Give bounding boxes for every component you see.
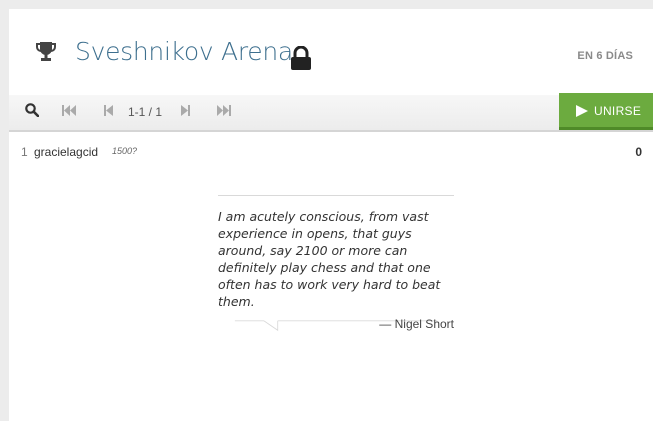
- search-icon[interactable]: [25, 103, 39, 117]
- first-page-icon[interactable]: [62, 105, 76, 116]
- play-icon: [576, 105, 588, 117]
- tournament-panel: Sveshnikov Arena EN 6 DÍAS 1-1 / 1 UNIRS…: [9, 9, 653, 421]
- player-score: 0: [635, 145, 642, 159]
- join-button[interactable]: UNIRSE: [559, 93, 653, 130]
- player-rating: 1500?: [112, 146, 138, 156]
- prev-page-icon[interactable]: [104, 105, 113, 116]
- quote-author: — Nigel Short: [379, 317, 454, 331]
- next-page-icon[interactable]: [181, 105, 190, 116]
- page-indicator: 1-1 / 1: [128, 105, 163, 119]
- player-name[interactable]: gracielagcid: [34, 145, 98, 159]
- quote-box: I am acutely conscious, from vast experi…: [218, 195, 454, 336]
- tournament-title: Sveshnikov Arena: [75, 37, 293, 66]
- player-rank: 1: [21, 145, 28, 159]
- quote-text: I am acutely conscious, from vast experi…: [218, 209, 441, 309]
- starts-in-label: EN 6 DÍAS: [577, 50, 633, 62]
- table-row[interactable]: 1 gracielagcid 1500? 0: [9, 144, 653, 164]
- standings-toolbar: 1-1 / 1: [9, 95, 653, 132]
- tournament-header: Sveshnikov Arena EN 6 DÍAS: [9, 9, 653, 95]
- join-button-label: UNIRSE: [594, 104, 642, 118]
- last-page-icon[interactable]: [217, 105, 231, 116]
- lock-icon: [291, 46, 311, 70]
- trophy-icon: [36, 42, 56, 61]
